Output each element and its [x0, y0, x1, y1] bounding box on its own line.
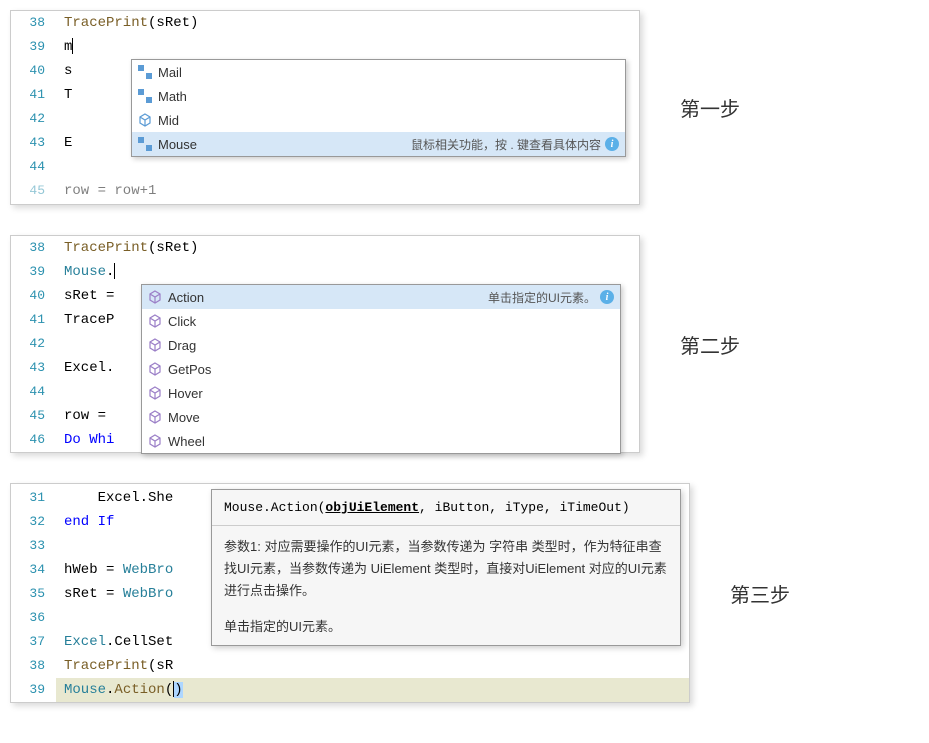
code-line[interactable]: 44 — [11, 155, 639, 179]
section-step-1: 38 TracePrint(sRet) 39 m 40 s 41 T 42 43… — [10, 10, 919, 205]
line-number: 45 — [11, 404, 56, 428]
info-icon[interactable]: i — [605, 137, 619, 151]
info-icon[interactable]: i — [600, 290, 614, 304]
code-panel-2: 38 TracePrint(sRet) 39 Mouse. 40 sRet = … — [10, 235, 640, 453]
method-icon — [138, 113, 152, 127]
signature-line: Mouse.Action(objUiElement, iButton, iTyp… — [212, 490, 680, 526]
line-number: 37 — [11, 630, 56, 654]
line-number: 40 — [11, 59, 56, 83]
line-number: 44 — [11, 155, 56, 179]
method-icon — [148, 434, 162, 448]
line-number: 40 — [11, 284, 56, 308]
line-number: 38 — [11, 11, 56, 35]
step-label-3: 第三步 — [730, 579, 790, 608]
line-number: 35 — [11, 582, 56, 606]
autocomplete-item-mail[interactable]: Mail — [132, 60, 625, 84]
code-line-active[interactable]: 39 Mouse.Action() — [11, 678, 689, 702]
line-number: 46 — [11, 428, 56, 452]
code-line[interactable]: 38 TracePrint(sRet) — [11, 236, 639, 260]
namespace-icon — [138, 137, 152, 151]
namespace-icon — [138, 89, 152, 103]
code-line[interactable]: 45 row = row+1 — [11, 179, 639, 203]
autocomplete-item-hover[interactable]: Hover — [142, 381, 620, 405]
line-number: 31 — [11, 486, 56, 510]
line-number: 36 — [11, 606, 56, 630]
line-number: 44 — [11, 380, 56, 404]
code-panel-3: 31 Excel.She 32 end If 33 34 hWeb = WebB… — [10, 483, 690, 703]
line-number: 45 — [11, 179, 56, 203]
code-line[interactable]: 39 m — [11, 35, 639, 59]
autocomplete-popup[interactable]: Action 单击指定的UI元素。i Click Drag GetPos Hov… — [141, 284, 621, 454]
line-number: 32 — [11, 510, 56, 534]
line-number: 43 — [11, 356, 56, 380]
autocomplete-popup[interactable]: Mail Math Mid Mouse 鼠标相关功能，按 . 键查看具体内容 i — [131, 59, 626, 157]
code-line[interactable]: 38 TracePrint(sR — [11, 654, 689, 678]
line-number: 39 — [11, 260, 56, 284]
method-icon — [148, 410, 162, 424]
active-parameter: objUiElement — [325, 500, 419, 515]
step-label-1: 第一步 — [680, 93, 740, 122]
autocomplete-item-mid[interactable]: Mid — [132, 108, 625, 132]
step-label-2: 第二步 — [680, 330, 740, 359]
namespace-icon — [138, 65, 152, 79]
method-summary: 单击指定的UI元素。 — [212, 612, 680, 645]
method-icon — [148, 362, 162, 376]
autocomplete-item-move[interactable]: Move — [142, 405, 620, 429]
text-cursor — [72, 38, 73, 54]
line-number: 41 — [11, 83, 56, 107]
line-number: 34 — [11, 558, 56, 582]
line-number: 42 — [11, 332, 56, 356]
line-number: 39 — [11, 35, 56, 59]
line-number: 39 — [11, 678, 56, 702]
autocomplete-item-click[interactable]: Click — [142, 309, 620, 333]
method-icon — [148, 314, 162, 328]
autocomplete-item-action[interactable]: Action 单击指定的UI元素。i — [142, 285, 620, 309]
line-number: 42 — [11, 107, 56, 131]
autocomplete-item-wheel[interactable]: Wheel — [142, 429, 620, 453]
line-number: 41 — [11, 308, 56, 332]
autocomplete-item-math[interactable]: Math — [132, 84, 625, 108]
autocomplete-item-mouse[interactable]: Mouse 鼠标相关功能，按 . 键查看具体内容 i — [132, 132, 625, 156]
autocomplete-item-drag[interactable]: Drag — [142, 333, 620, 357]
line-number: 33 — [11, 534, 56, 558]
code-panel-1: 38 TracePrint(sRet) 39 m 40 s 41 T 42 43… — [10, 10, 640, 205]
line-number: 38 — [11, 236, 56, 260]
autocomplete-item-getpos[interactable]: GetPos — [142, 357, 620, 381]
line-number: 43 — [11, 131, 56, 155]
parameter-description: 参数1: 对应需要操作的UI元素，当参数传递为 字符串 类型时，作为特征串查找U… — [212, 526, 680, 612]
method-icon — [148, 338, 162, 352]
method-icon — [148, 290, 162, 304]
code-line[interactable]: 38 TracePrint(sRet) — [11, 11, 639, 35]
method-icon — [148, 386, 162, 400]
text-cursor — [114, 263, 115, 279]
code-line[interactable]: 39 Mouse. — [11, 260, 639, 284]
section-step-2: 38 TracePrint(sRet) 39 Mouse. 40 sRet = … — [10, 235, 919, 453]
line-number: 38 — [11, 654, 56, 678]
signature-tooltip: Mouse.Action(objUiElement, iButton, iTyp… — [211, 489, 681, 646]
section-step-3: 31 Excel.She 32 end If 33 34 hWeb = WebB… — [10, 483, 919, 703]
